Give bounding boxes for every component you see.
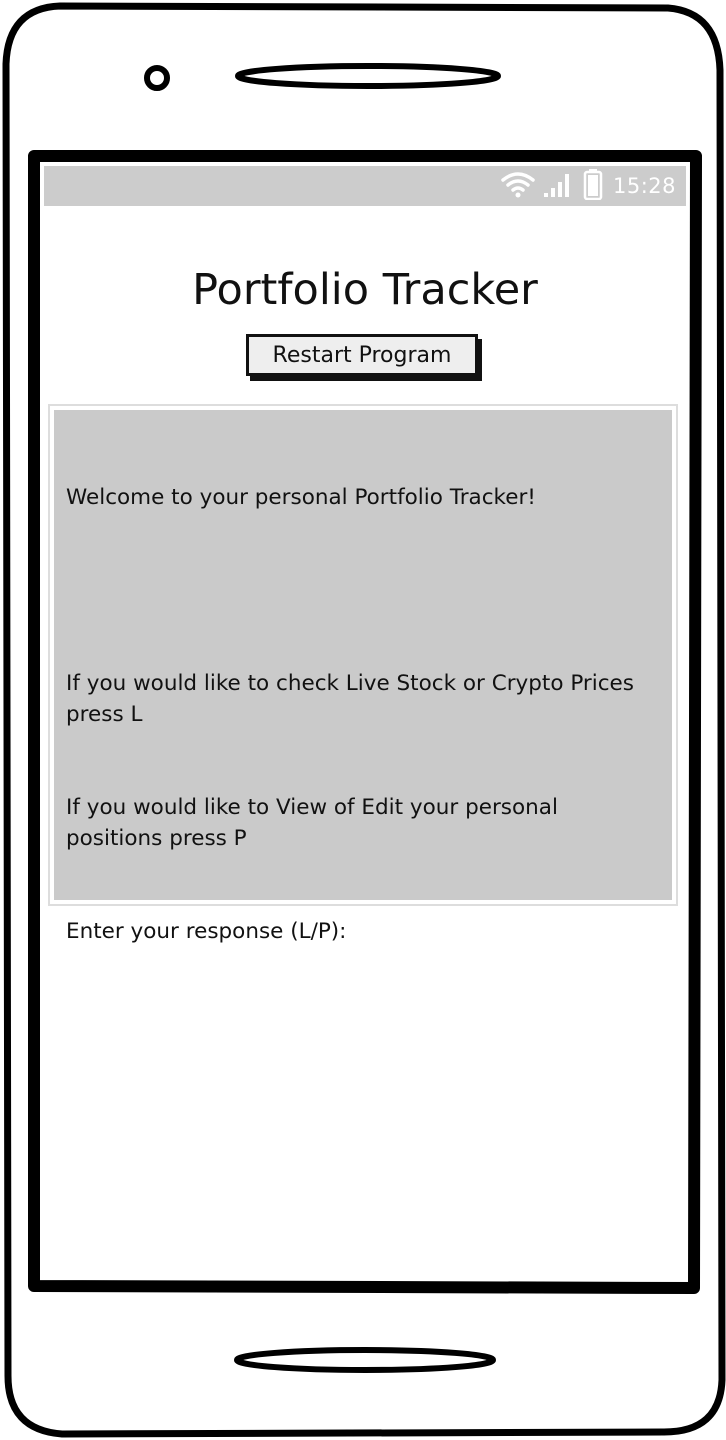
console-line: [66, 575, 660, 606]
speaker-slot: [235, 63, 501, 89]
battery-icon: [583, 168, 603, 204]
status-icons: 15:28: [501, 166, 676, 206]
phone-screen: 15:28 Portfolio Tracker Restart Program …: [44, 166, 686, 1276]
page-title: Portfolio Tracker: [192, 265, 538, 315]
home-button-slot: [234, 1347, 496, 1373]
status-bar: 15:28: [44, 166, 686, 206]
console-frame: Welcome to your personal Portfolio Track…: [48, 404, 678, 944]
status-time: 15:28: [612, 174, 676, 198]
console-line: If you would like to check Live Stock or…: [66, 671, 641, 727]
camera-icon: [144, 65, 170, 91]
wifi-icon: [501, 170, 535, 202]
signal-icon: [543, 170, 575, 202]
restart-program-button[interactable]: Restart Program: [246, 334, 478, 376]
console-output[interactable]: Welcome to your personal Portfolio Track…: [54, 410, 672, 944]
console-line: Enter your response (L/P):: [66, 919, 347, 944]
console-line: Welcome to your personal Portfolio Track…: [66, 485, 536, 510]
console-line: If you would like to View of Edit your p…: [66, 795, 565, 851]
